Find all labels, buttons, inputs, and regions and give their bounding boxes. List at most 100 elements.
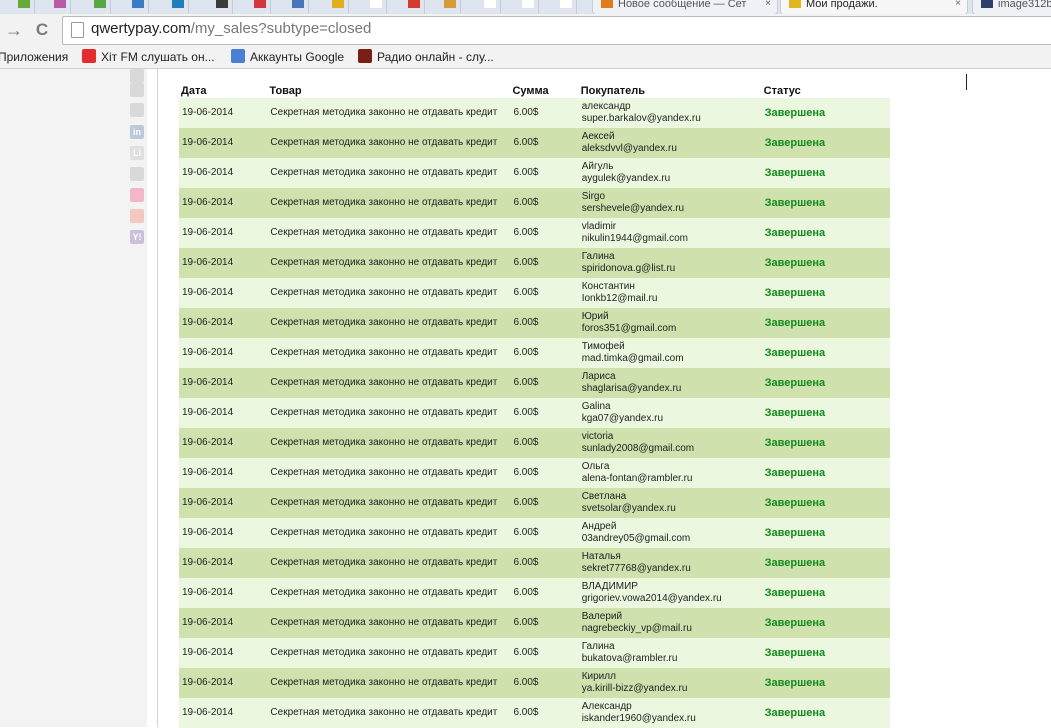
browser-tab[interactable] (366, 0, 387, 14)
tab-favicon-icon (789, 0, 801, 8)
buyer-cell: Константин Ionkb12@mail.ru (578, 278, 762, 308)
liveinternet-share-icon[interactable]: Li (130, 146, 144, 160)
tab-close-icon[interactable]: × (955, 0, 961, 9)
buyer-cell: Айгуль aygulek@yandex.ru (578, 158, 762, 188)
buyer-name: Александр (581, 701, 632, 712)
table-row: 19-06-2014 Секретная методика законно не … (179, 188, 890, 218)
product-cell: Секретная методика законно не отдавать к… (267, 308, 511, 338)
product-cell: Секретная методика законно не отдавать к… (267, 698, 511, 728)
buyer-name: Галина (581, 641, 615, 652)
sum-cell: 6.00$ (510, 698, 579, 728)
memori-share-icon[interactable] (130, 188, 144, 202)
product-cell: Секретная методика законно не отдавать к… (267, 638, 511, 668)
date-cell: 19-06-2014 (179, 698, 268, 728)
browser-tab[interactable] (440, 0, 461, 14)
bookmark-favicon-icon (231, 49, 245, 63)
table-row: 19-06-2014 Секретная методика законно не … (179, 458, 890, 488)
bookmark-item[interactable]: Радио онлайн - слу... (358, 49, 494, 65)
status-badge: Завершена (761, 488, 890, 518)
browser-tab[interactable] (90, 0, 111, 14)
url-text[interactable]: qwertypay.com/my_sales?subtype=closed (91, 20, 371, 37)
moemesto-share-icon[interactable] (130, 209, 144, 223)
text-cursor (966, 74, 967, 90)
bookmark-item[interactable]: Хіт FM слушать он... (82, 49, 215, 65)
buyer-name: Айгуль (581, 161, 614, 172)
sum-cell: 6.00$ (510, 578, 579, 608)
status-badge: Завершена (761, 548, 890, 578)
tab-favicon-icon (254, 0, 266, 8)
product-cell: Секретная методика законно не отдавать к… (267, 98, 511, 128)
content-border (157, 69, 158, 727)
header-date: Дата (179, 83, 268, 98)
table-row: 19-06-2014 Секретная методика законно не … (179, 488, 890, 518)
google-share-icon[interactable] (130, 103, 144, 117)
table-row: 19-06-2014 Секретная методика законно не … (179, 308, 890, 338)
buyer-email: nikulin1944@gmail.com (581, 233, 689, 244)
sum-cell: 6.00$ (510, 98, 579, 128)
browser-tab[interactable]: image312b (972, 0, 1051, 14)
browser-tab[interactable] (328, 0, 349, 14)
tab-close-icon[interactable]: × (765, 0, 771, 9)
page-content: in Li Y! Дата Товар Сумма Покупатель Стату… (0, 69, 1051, 728)
status-badge: Завершена (761, 578, 890, 608)
table-row: 19-06-2014 Секретная методика законно не … (179, 218, 890, 248)
page-icon (71, 22, 84, 38)
odnoklassniki-share-icon[interactable] (130, 83, 144, 97)
browser-tab[interactable] (404, 0, 425, 14)
sum-cell: 6.00$ (510, 518, 579, 548)
status-badge: Завершена (761, 218, 890, 248)
sum-cell: 6.00$ (510, 428, 579, 458)
browser-tab[interactable] (212, 0, 233, 14)
browser-tab[interactable] (250, 0, 271, 14)
vk-share-icon[interactable] (130, 69, 144, 83)
sum-cell: 6.00$ (510, 218, 579, 248)
buyer-cell: Наталья sekret77768@yandex.ru (578, 548, 762, 578)
tab-favicon-icon (370, 0, 382, 8)
browser-tab[interactable] (128, 0, 149, 14)
status-badge: Завершена (761, 278, 890, 308)
link-share-icon[interactable] (130, 167, 144, 181)
yahoo-share-icon[interactable]: Y! (130, 230, 144, 244)
browser-tab[interactable] (518, 0, 539, 14)
status-badge: Завершена (761, 698, 890, 728)
browser-tab[interactable] (50, 0, 71, 14)
buyer-email: spiridonova.g@list.ru (581, 263, 676, 274)
buyer-email: grigoriev.vowa2014@yandex.ru (581, 593, 722, 604)
active-browser-tab[interactable]: Мои продажи. × (780, 0, 968, 14)
date-cell: 19-06-2014 (179, 428, 268, 458)
buyer-email: iskander1960@yandex.ru (581, 713, 696, 724)
browser-tab[interactable] (480, 0, 501, 14)
browser-tab[interactable] (288, 0, 309, 14)
tab-favicon-icon (216, 0, 228, 8)
table-row: 19-06-2014 Секретная методика законно не … (179, 398, 890, 428)
header-product: Товар (267, 83, 511, 98)
buyer-email: alena-fontan@rambler.ru (581, 473, 693, 484)
buyer-cell: Валерий nagrebeckiy_vp@mail.ru (578, 608, 762, 638)
browser-tab[interactable] (556, 0, 577, 14)
reload-icon[interactable]: C (32, 19, 52, 41)
table-row: 19-06-2014 Секретная методика законно не … (179, 548, 890, 578)
buyer-email: aygulek@yandex.ru (581, 173, 671, 184)
date-cell: 19-06-2014 (179, 218, 268, 248)
buyer-cell: Александр iskander1960@yandex.ru (578, 698, 762, 728)
browser-tab[interactable]: Новое сообщение — Сет × (592, 0, 778, 14)
forward-arrow-icon[interactable]: → (4, 19, 24, 41)
sum-cell: 6.00$ (510, 338, 579, 368)
sum-cell: 6.00$ (510, 308, 579, 338)
table-row: 19-06-2014 Секретная методика законно не … (179, 278, 890, 308)
browser-tab[interactable] (168, 0, 189, 14)
buyer-email: aleksdvvl@yandex.ru (581, 143, 677, 154)
date-cell: 19-06-2014 (179, 158, 268, 188)
sum-cell: 6.00$ (510, 368, 579, 398)
product-cell: Секретная методика законно не отдавать к… (267, 428, 511, 458)
bookmark-item[interactable]: Аккаунты Google (231, 49, 344, 65)
tab-favicon-icon (444, 0, 456, 8)
linkedin-share-icon[interactable]: in (130, 125, 144, 139)
browser-tab[interactable] (14, 0, 35, 14)
address-bar[interactable]: qwertypay.com/my_sales?subtype=closed (62, 16, 1051, 45)
product-cell: Секретная методика законно не отдавать к… (267, 338, 511, 368)
buyer-cell: александр super.barkalov@yandex.ru (578, 98, 762, 128)
buyer-cell: Аексей aleksdvvl@yandex.ru (578, 128, 762, 158)
bookmark-favicon-icon (82, 49, 96, 63)
bookmark-item[interactable]: Приложения (0, 49, 68, 65)
